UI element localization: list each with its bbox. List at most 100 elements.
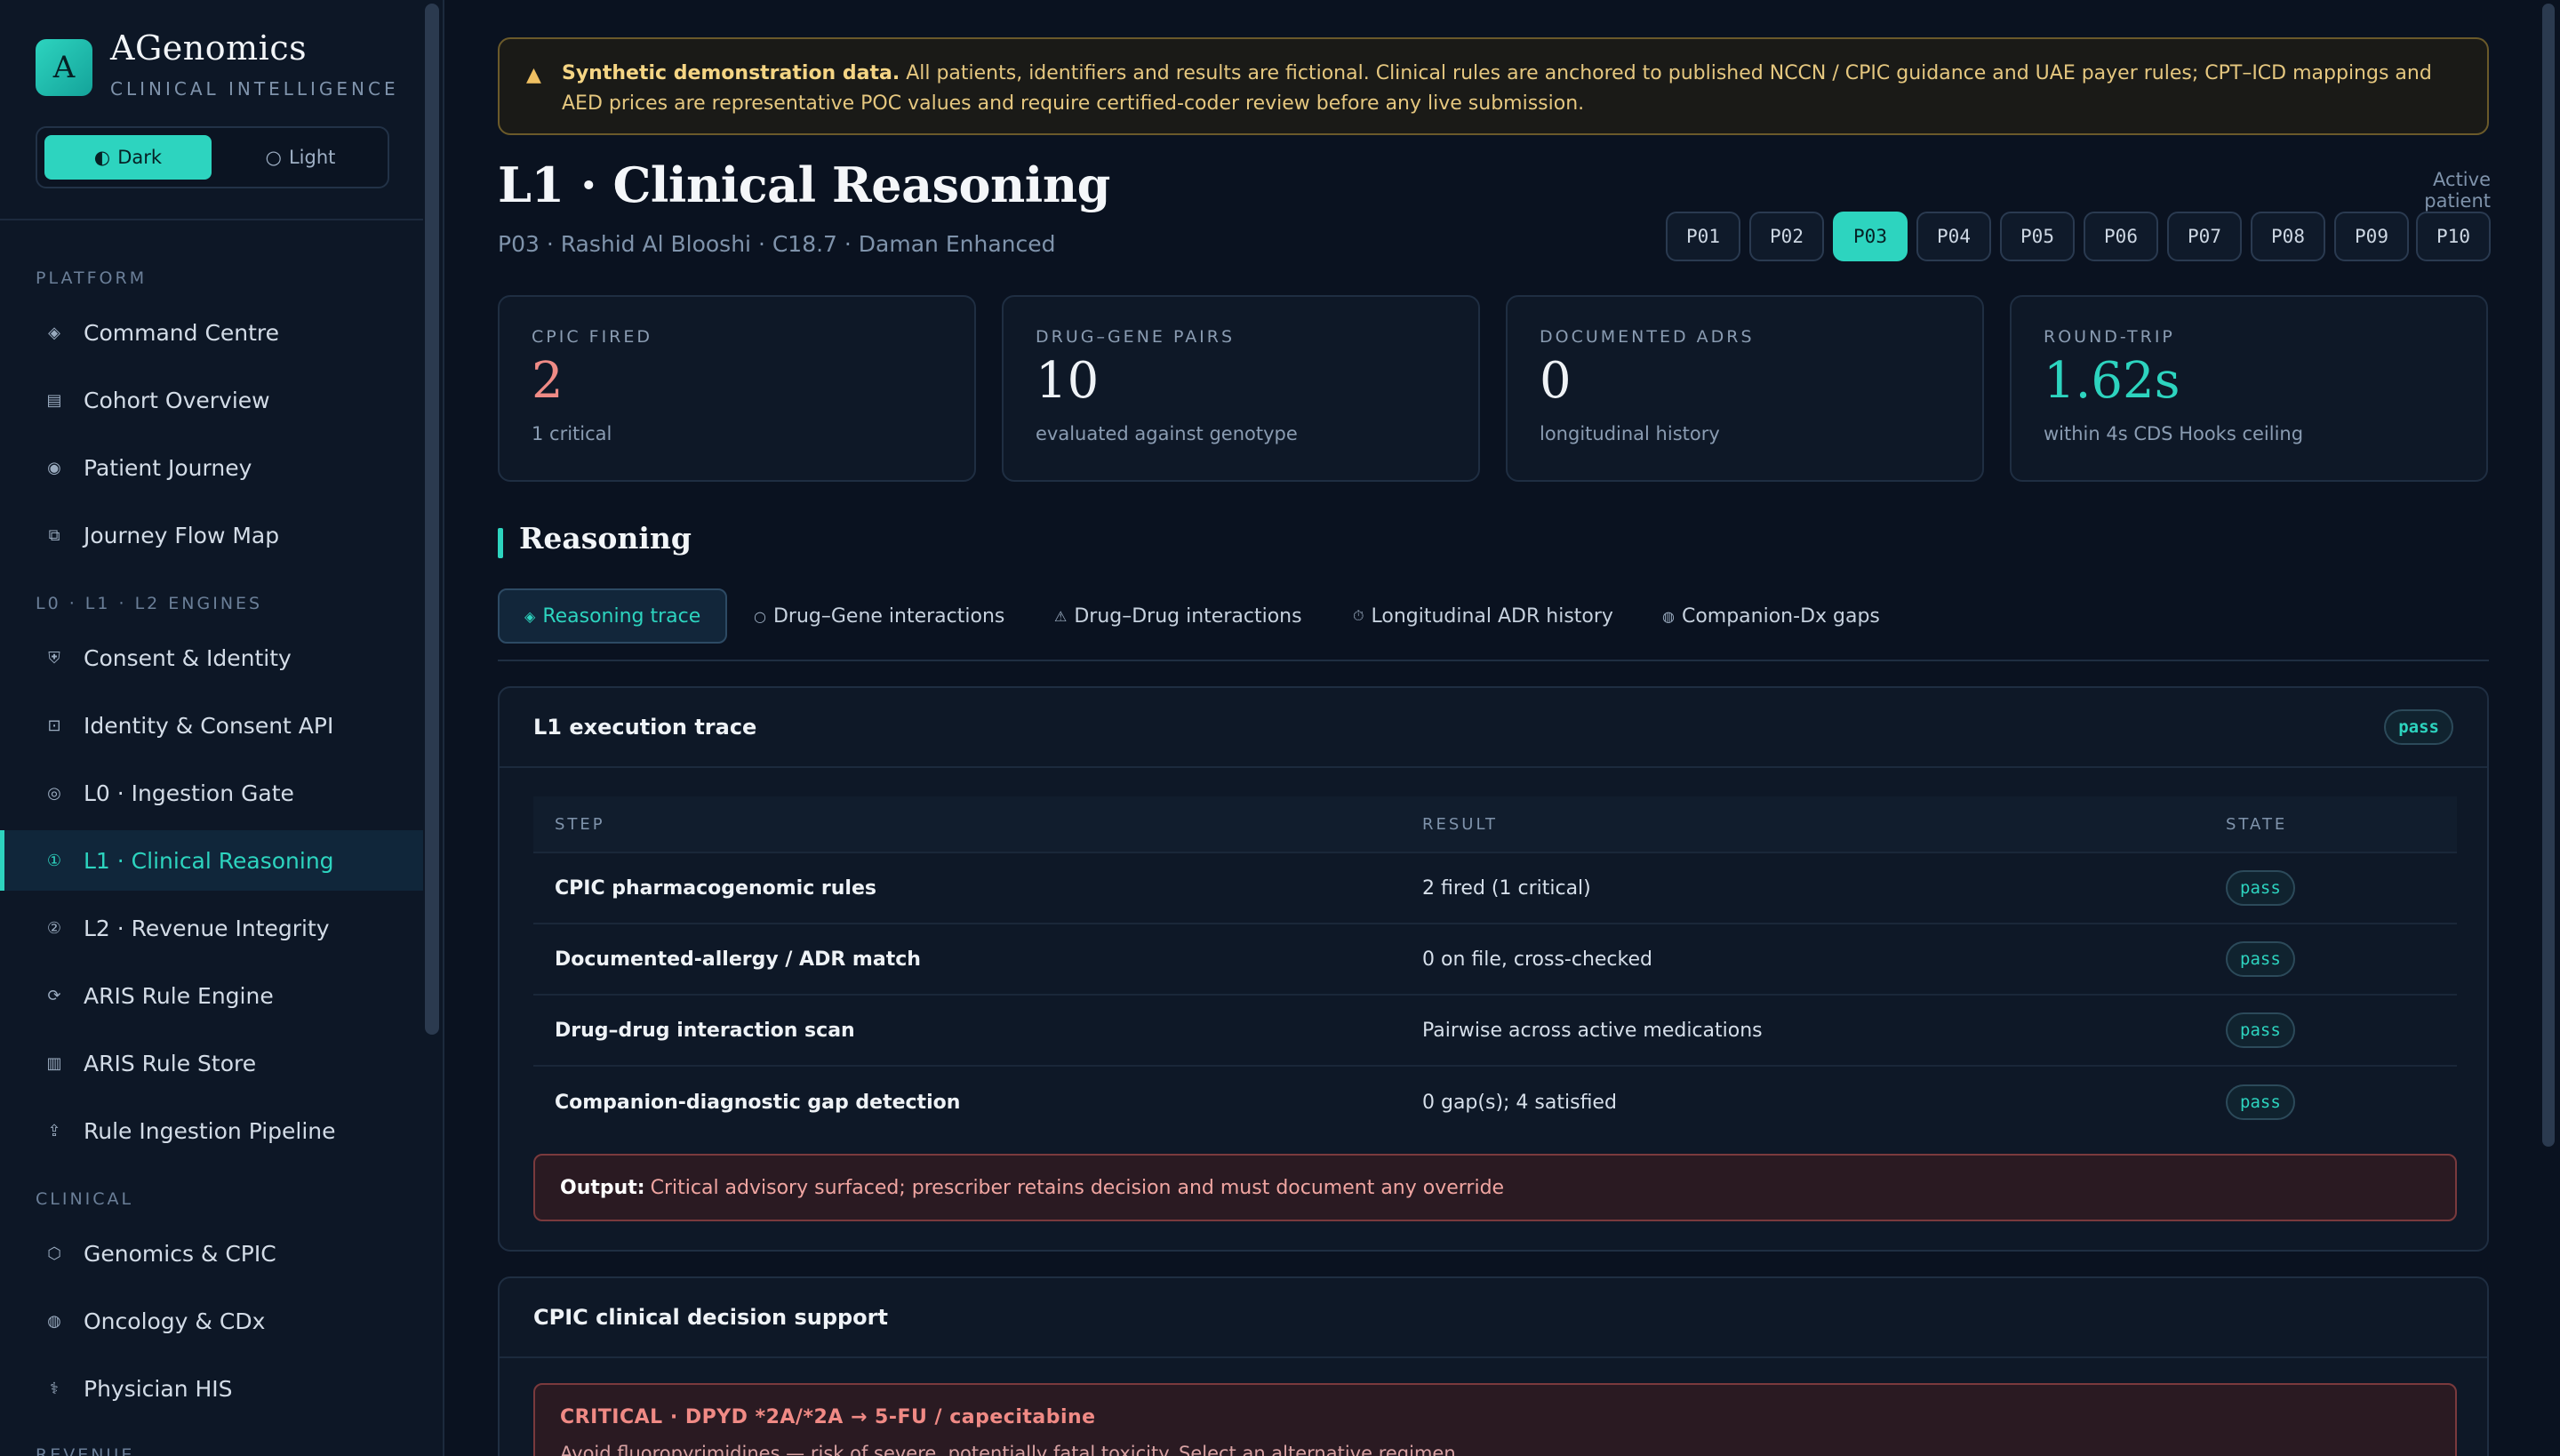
sidebar-section-revenue: REVENUE	[36, 1445, 135, 1456]
map-icon: ⧉	[48, 525, 60, 545]
sidebar-item-cohort-overview[interactable]: ▤ Cohort Overview	[0, 370, 423, 430]
stat-value: 2	[532, 352, 564, 410]
sidebar-item-consent-identity[interactable]: ⛨ Consent & Identity	[0, 628, 423, 688]
sidebar-section-platform: PLATFORM	[36, 268, 148, 288]
theme-light-button[interactable]: ○ Light	[217, 135, 384, 180]
panel-header: L1 execution trace pass	[500, 688, 2487, 768]
theme-dark-button[interactable]: ◐ Dark	[44, 135, 212, 180]
status-badge: pass	[2384, 709, 2453, 745]
status-badge: pass	[2226, 1084, 2295, 1120]
stat-card-drug-gene-pairs: DRUG–GENE PAIRS 10 evaluated against gen…	[1002, 295, 1480, 482]
table-row: CPIC pharmacogenomic rules 2 fired (1 cr…	[533, 853, 2457, 924]
sidebar-item-label: Patient Journey	[84, 454, 252, 481]
main-content: ▲ Synthetic demonstration data. All pati…	[446, 0, 2560, 1456]
row-result: 0 gap(s); 4 satisfied	[1422, 1091, 1617, 1114]
output-text: Critical advisory surfaced; prescriber r…	[650, 1176, 1505, 1199]
brand[interactable]: A AGenomics CLINICAL INTELLIGENCE	[36, 28, 409, 108]
sidebar-scrollbar-thumb[interactable]	[425, 4, 439, 1035]
sidebar-item-label: Oncology & CDx	[84, 1308, 266, 1334]
tab-label: Longitudinal ADR history	[1371, 604, 1613, 628]
alert-title: CRITICAL · DPYD *2A/*2A → 5-FU / capecit…	[560, 1406, 1096, 1428]
sidebar-item-label: Journey Flow Map	[84, 522, 280, 548]
api-icon: ⊡	[47, 716, 61, 735]
hexagon-icon: ○	[754, 607, 766, 625]
execution-trace-panel: L1 execution trace pass STEP RESULT STAT…	[498, 686, 2489, 1252]
stat-label: DRUG–GENE PAIRS	[1036, 327, 1236, 347]
panel-header: CPIC clinical decision support	[500, 1278, 2487, 1358]
stat-value: 1.62s	[2044, 352, 2180, 410]
sidebar-item-label: ARIS Rule Engine	[84, 982, 274, 1009]
row-result: Pairwise across active medications	[1422, 1019, 1763, 1042]
stat-note: evaluated against genotype	[1036, 423, 1298, 444]
dot-icon: ◍	[1662, 607, 1675, 625]
half-moon-icon: ◐	[93, 147, 111, 168]
upload-icon: ⇪	[47, 1121, 61, 1140]
hexagon-icon: ⬡	[47, 1244, 61, 1263]
patient-button-p06[interactable]: P06	[2084, 212, 2158, 261]
tab-reasoning-trace[interactable]: ◈ Reasoning trace	[498, 588, 728, 644]
patient-button-p04[interactable]: P04	[1916, 212, 1991, 261]
patient-button-p08[interactable]: P08	[2251, 212, 2325, 261]
stat-card-cpic-fired: CPIC FIRED 2 1 critical	[498, 295, 976, 482]
clock-icon: ⏱	[1353, 607, 1364, 624]
tab-longitudinal-adr-history[interactable]: ⏱ Longitudinal ADR history	[1353, 588, 1613, 644]
critical-alert: CRITICAL · DPYD *2A/*2A → 5-FU / capecit…	[533, 1383, 2457, 1456]
sidebar-item-label: ARIS Rule Store	[84, 1050, 257, 1076]
sidebar-item-aris-rule-store[interactable]: ▥ ARIS Rule Store	[0, 1033, 423, 1093]
sidebar-item-label: Identity & Consent API	[84, 712, 334, 739]
sidebar-item-patient-journey[interactable]: ◉ Patient Journey	[0, 437, 423, 498]
stat-label: DOCUMENTED ADRS	[1540, 327, 1755, 347]
tabs-divider	[498, 660, 2489, 661]
sidebar-item-label: Physician HIS	[84, 1375, 233, 1402]
tab-companion-dx-gaps[interactable]: ◍ Companion-Dx gaps	[1662, 588, 1880, 644]
theme-light-label: Light	[288, 147, 336, 168]
sidebar-item-physician-his[interactable]: ⚕ Physician HIS	[0, 1358, 423, 1419]
patient-button-p02[interactable]: P02	[1749, 212, 1824, 261]
patient-button-p05[interactable]: P05	[2000, 212, 2075, 261]
section-accent-bar	[498, 528, 503, 558]
patient-button-p03[interactable]: P03	[1833, 212, 1908, 261]
diamond-icon: ◈	[48, 323, 60, 342]
row-result: 2 fired (1 critical)	[1422, 876, 1591, 900]
patient-button-p07[interactable]: P07	[2167, 212, 2242, 261]
sidebar-item-rule-ingestion-pipeline[interactable]: ⇪ Rule Ingestion Pipeline	[0, 1100, 423, 1161]
sidebar-item-identity-consent-api[interactable]: ⊡ Identity & Consent API	[0, 695, 423, 756]
sidebar-item-label: L1 · Clinical Reasoning	[84, 847, 334, 874]
stat-note: 1 critical	[532, 423, 612, 444]
column-header-result: RESULT	[1422, 814, 1499, 834]
stat-note: within 4s CDS Hooks ceiling	[2044, 423, 2304, 444]
patient-button-p09[interactable]: P09	[2334, 212, 2409, 261]
brand-subtitle: CLINICAL INTELLIGENCE	[110, 78, 399, 100]
sidebar-item-aris-rule-engine[interactable]: ⟳ ARIS Rule Engine	[0, 965, 423, 1026]
sidebar-item-l2-revenue-integrity[interactable]: ② L2 · Revenue Integrity	[0, 898, 423, 958]
stat-label: CPIC FIRED	[532, 327, 653, 347]
brand-name: AGenomics	[110, 28, 308, 68]
trace-table: STEP RESULT STATE CPIC pharmacogenomic r…	[533, 796, 2457, 1138]
sidebar-item-l0-ingestion-gate[interactable]: ◎ L0 · Ingestion Gate	[0, 763, 423, 823]
sidebar-item-label: L0 · Ingestion Gate	[84, 780, 294, 806]
column-header-step: STEP	[555, 814, 605, 834]
cpic-decision-support-panel: CPIC clinical decision support CRITICAL …	[498, 1276, 2489, 1456]
status-badge: pass	[2226, 941, 2295, 977]
stat-note: longitudinal history	[1540, 423, 1720, 444]
table-row: Companion-diagnostic gap detection 0 gap…	[533, 1067, 2457, 1138]
sidebar-item-l1-clinical-reasoning[interactable]: ① L1 · Clinical Reasoning	[0, 830, 423, 891]
status-badge: pass	[2226, 1012, 2295, 1048]
tab-label: Drug–Gene interactions	[772, 604, 1005, 628]
page-scrollbar-thumb[interactable]	[2542, 4, 2555, 1147]
sidebar-item-command-centre[interactable]: ◈ Command Centre	[0, 302, 423, 363]
stat-value: 0	[1540, 352, 1572, 410]
sidebar: A AGenomics CLINICAL INTELLIGENCE ◐ Dark…	[0, 0, 444, 1456]
l2-icon: ②	[46, 918, 62, 938]
tab-drug-gene-interactions[interactable]: ○ Drug–Gene interactions	[754, 588, 1004, 644]
sidebar-item-label: L2 · Revenue Integrity	[84, 915, 330, 941]
table-row: Drug–drug interaction scan Pairwise acro…	[533, 996, 2457, 1067]
status-badge: pass	[2226, 870, 2295, 906]
theme-dark-label: Dark	[117, 147, 163, 168]
patient-button-p10[interactable]: P10	[2416, 212, 2491, 261]
patient-button-p01[interactable]: P01	[1666, 212, 1740, 261]
sidebar-item-genomics-cpic[interactable]: ⬡ Genomics & CPIC	[0, 1223, 423, 1284]
sidebar-item-journey-flow-map[interactable]: ⧉ Journey Flow Map	[0, 505, 423, 565]
tab-drug-drug-interactions[interactable]: ⚠ Drug–Drug interactions	[1054, 588, 1302, 644]
sidebar-item-oncology-cdx[interactable]: ◍ Oncology & CDx	[0, 1291, 423, 1351]
